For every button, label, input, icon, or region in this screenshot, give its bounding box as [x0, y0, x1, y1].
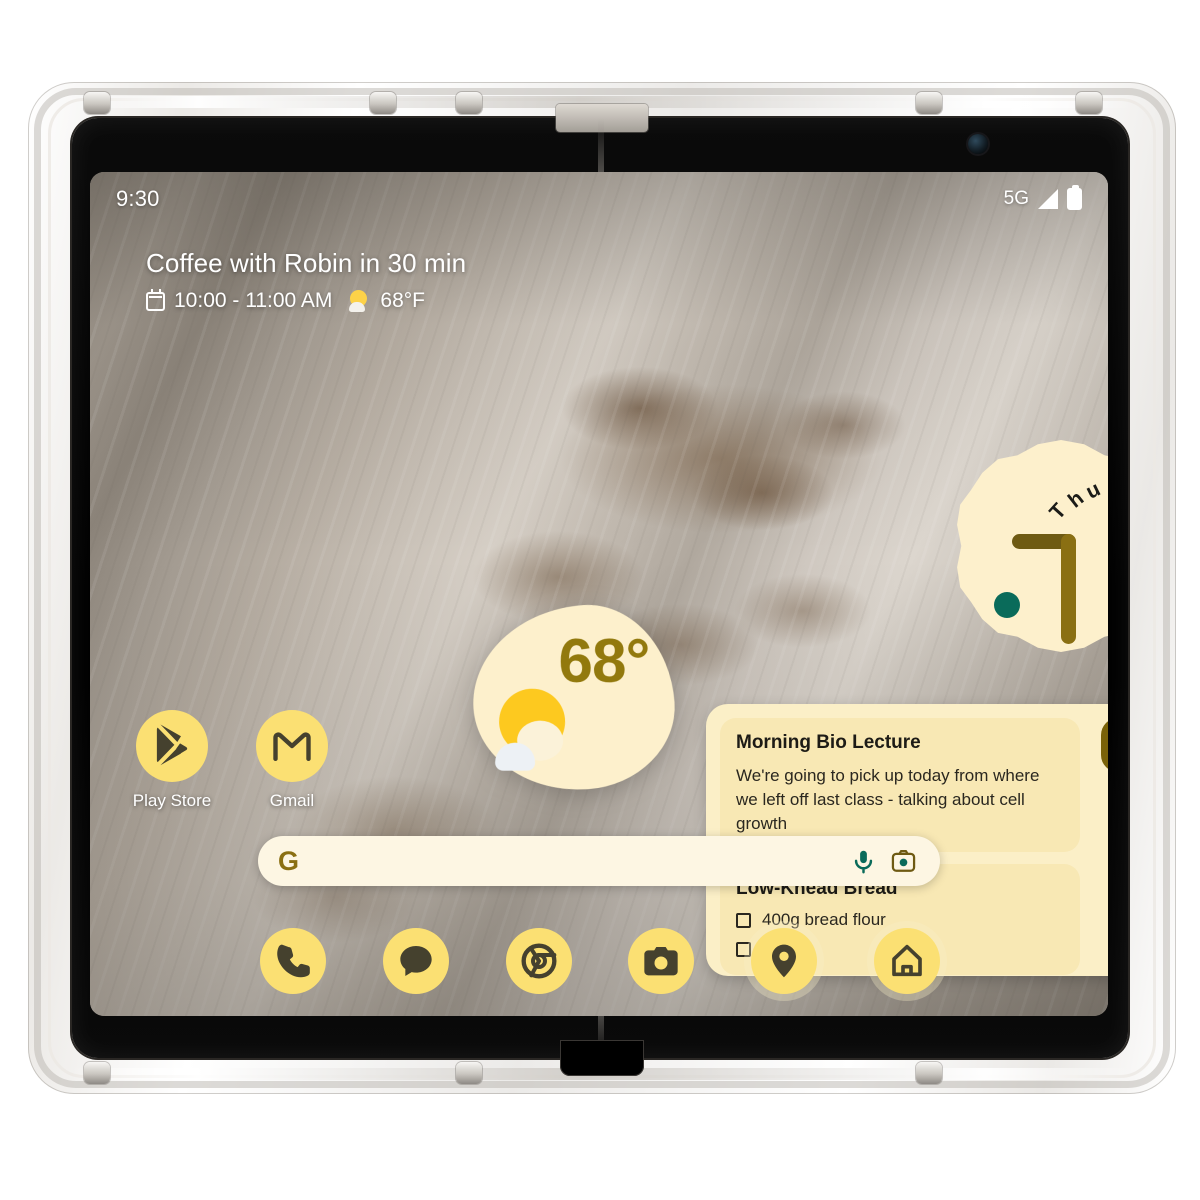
google-lens-icon[interactable]	[886, 844, 920, 878]
case-bumper-nub	[456, 1062, 482, 1084]
google-g-logo: G	[278, 845, 300, 876]
status-clock: 9:30	[116, 186, 160, 211]
note-body: We're going to pick up today from where …	[736, 766, 1040, 834]
dock-item-home[interactable]	[873, 928, 940, 994]
dock-item-phone[interactable]	[260, 928, 326, 994]
status-bar: 9:30 5G	[90, 172, 1108, 226]
phone-icon	[277, 944, 310, 978]
at-a-glance-time: 10:00 - 11:00 AM	[174, 289, 333, 312]
battery-full-icon	[1067, 185, 1082, 210]
phone-screen: 9:30 5G Coffee with Robin in 30 min 10:0…	[90, 172, 1108, 1016]
home-icon	[892, 944, 922, 977]
case-bumper-nub	[84, 92, 110, 114]
status-icons: 5G	[1003, 185, 1082, 210]
map-pin-icon	[772, 944, 797, 978]
at-a-glance-title: Coffee with Robin in 30 min	[146, 248, 467, 278]
dock-item-camera[interactable]	[628, 928, 695, 994]
note-title: Morning Bio Lecture	[736, 732, 921, 753]
camera-icon	[644, 947, 679, 976]
dock	[260, 924, 940, 998]
play-store-icon[interactable]	[136, 710, 208, 782]
case-bumper-nub	[916, 1062, 942, 1084]
dock-item-maps[interactable]	[751, 928, 818, 994]
keep-action-rail: +	[1090, 704, 1108, 976]
microphone-icon[interactable]	[846, 844, 880, 878]
chrome-icon	[521, 943, 557, 979]
messages-icon	[400, 946, 432, 976]
weather-temperature: 68°	[558, 626, 650, 696]
keep-note-card[interactable]: Morning Bio Lecture We're going to pick …	[720, 718, 1080, 853]
dock-item-chrome[interactable]	[505, 928, 572, 994]
network-label: 5G	[1003, 188, 1029, 209]
case-bumper-nub	[84, 1062, 110, 1084]
sun-behind-cloud-icon	[493, 688, 579, 771]
screenshot-root: 9:30 5G Coffee with Robin in 30 min 10:0…	[0, 0, 1200, 1200]
calendar-icon	[146, 288, 165, 311]
clock-widget-date: T h u 4	[1045, 458, 1108, 530]
signal-triangle-icon	[1038, 189, 1058, 209]
at-a-glance-temperature: 68°F	[380, 289, 425, 312]
dock-item-messages[interactable]	[382, 928, 449, 994]
front-camera-icon	[968, 134, 988, 154]
sun-behind-cloud-icon	[347, 290, 371, 312]
case-bumper-nub	[456, 92, 482, 114]
gmail-icon[interactable]	[256, 710, 328, 782]
case-bumper-nub	[916, 92, 942, 114]
case-bumper-nub	[370, 92, 396, 114]
case-bumper-nub	[1076, 92, 1102, 114]
app-icon-gmail[interactable]: Gmail	[242, 710, 342, 811]
date-letter: T	[1045, 499, 1071, 525]
minute-hand	[1061, 534, 1076, 644]
second-dot	[994, 592, 1020, 618]
phone-hinge-notch	[560, 1040, 644, 1076]
at-a-glance-details: 10:00 - 11:00 AM 68°F	[146, 288, 466, 313]
app-icon-play-store[interactable]: Play Store	[122, 710, 222, 811]
new-note-button[interactable]: +	[1101, 718, 1108, 772]
google-search-bar[interactable]: G	[258, 836, 940, 886]
app-label: Play Store	[132, 791, 212, 810]
at-a-glance-widget[interactable]: Coffee with Robin in 30 min 10:00 - 11:0…	[146, 248, 466, 313]
app-label: Gmail	[269, 791, 315, 810]
